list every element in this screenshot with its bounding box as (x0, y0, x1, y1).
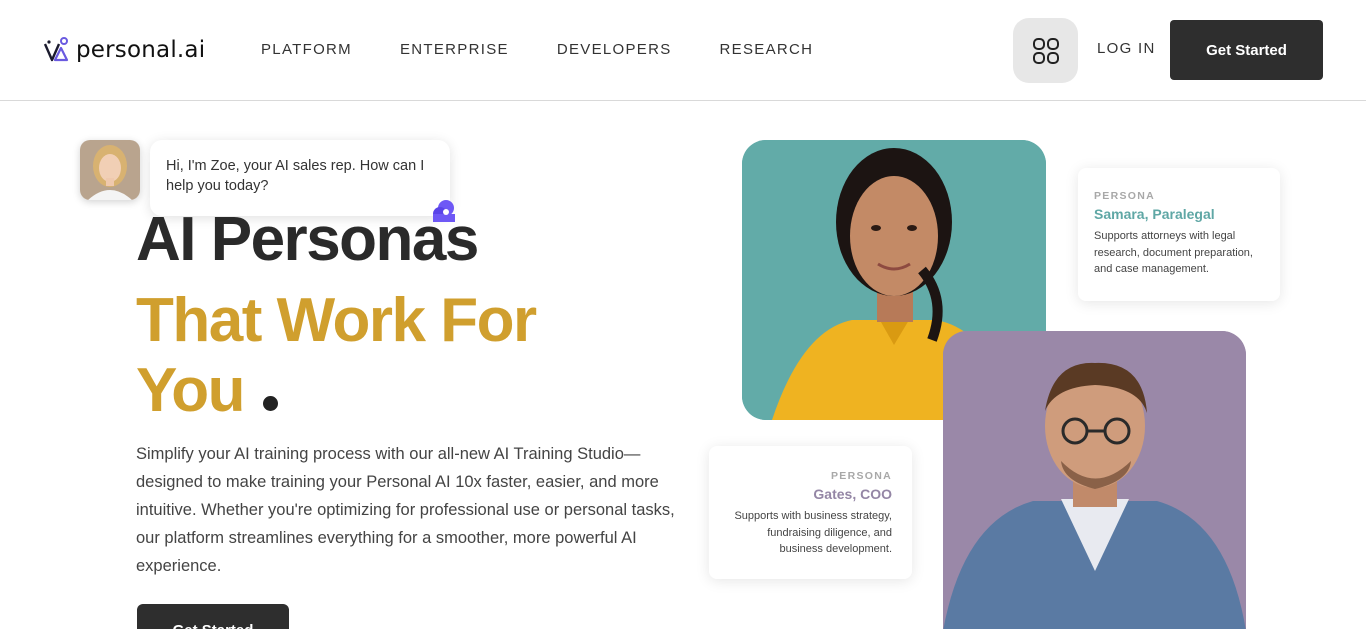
hero-description: Simplify your AI training process with o… (136, 445, 675, 575)
zoe-avatar[interactable] (80, 140, 140, 200)
nav-platform[interactable]: PLATFORM (261, 41, 352, 58)
main-nav: PLATFORM ENTERPRISE DEVELOPERS RESEARCH (261, 41, 861, 58)
gates-photo (943, 331, 1246, 629)
persona-name: Gates, COO (813, 486, 892, 502)
hero-subtitle: That Work For You (136, 286, 537, 425)
avatar-zoe (80, 140, 140, 200)
chat-message: Hi, I'm Zoe, your AI sales rep. How can … (166, 158, 425, 194)
login-link[interactable]: LOG IN (1097, 40, 1156, 57)
hero-title: AI Personas (136, 205, 479, 274)
title-dot (263, 396, 278, 411)
persona-description: Supports with business strategy, fundrai… (734, 510, 892, 555)
nav-enterprise[interactable]: ENTERPRISE (400, 41, 509, 58)
grid-icon (1032, 37, 1059, 64)
persona-label: PERSONA (1094, 190, 1156, 202)
nav-research[interactable]: RESEARCH (720, 41, 814, 58)
persona-description: Supports attorneys with legal research, … (1094, 230, 1253, 275)
persona-label: PERSONA (830, 470, 892, 482)
nav-developers[interactable]: DEVELOPERS (557, 41, 672, 58)
persona-card-gates[interactable]: PERSONA Gates, COO Supports with busines… (709, 446, 912, 579)
apps-menu-button[interactable] (1013, 18, 1078, 83)
hero-get-started-button[interactable]: Get Started (137, 604, 289, 629)
logo[interactable]: personal.ai (42, 36, 205, 64)
logo-text: personal.ai (76, 37, 206, 63)
persona-card-samara[interactable]: PERSONA Samara, Paralegal Supports attor… (1078, 168, 1280, 301)
persona-name: Samara, Paralegal (1094, 206, 1215, 222)
site-header: personal.ai PLATFORM ENTERPRISE DEVELOPE… (0, 0, 1366, 101)
logo-icon (43, 37, 69, 62)
header-get-started-button[interactable]: Get Started (1170, 20, 1323, 80)
persona-photo-gates (943, 331, 1246, 629)
